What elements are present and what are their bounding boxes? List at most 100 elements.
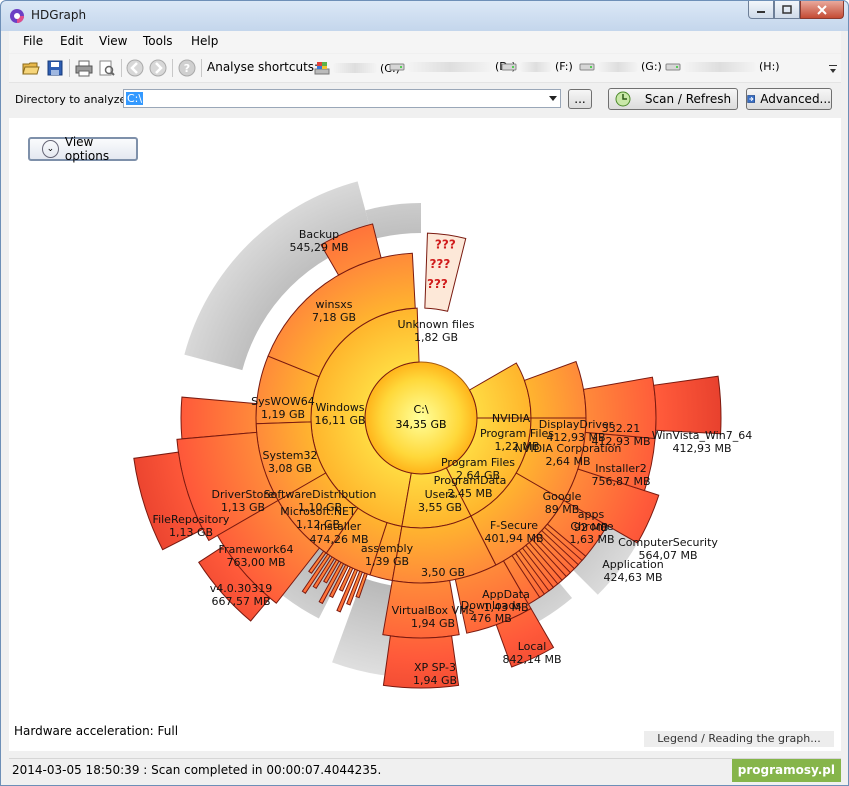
segment-label: assembly1,39 GB [361, 542, 414, 568]
menu-tools[interactable]: Tools [143, 34, 173, 48]
root-size: 34,35 GB [395, 418, 446, 431]
segment-name: Program Files [441, 456, 515, 469]
scan-clock-icon [615, 91, 631, 107]
segment-size: 412,93 MB [672, 442, 731, 455]
disk-usage-sunburst[interactable]: ????????? Backup545,29 MB winsxs7,18 GB Unk… [9, 118, 841, 718]
graph-canvas: ⌄ View options ????????? Backup 545,29 M… [9, 118, 841, 751]
maximize-icon [782, 5, 792, 14]
segment-size: 412,93 MB [591, 435, 650, 448]
segment-size: 1,13 GB [169, 526, 213, 539]
menu-help[interactable]: Help [191, 34, 218, 48]
hdgraph-logo-icon [10, 9, 24, 23]
drive-icon [501, 63, 517, 70]
root-name: C:\ [413, 403, 428, 416]
drive-icon [579, 63, 595, 70]
segment-size: 401,94 MB [484, 532, 543, 545]
segment-size: 763,00 MB [226, 556, 285, 569]
segment-name: FileRepository [153, 513, 230, 526]
segment-label: AppData1,43 MB [482, 588, 530, 614]
advanced-options-icon [747, 95, 755, 103]
hardware-acceleration-text: Hardware acceleration: Full [14, 724, 179, 738]
legend-link[interactable]: Legend / Reading the graph... [644, 731, 834, 747]
maximize-button[interactable] [774, 1, 800, 19]
segment-label: Application424,63 MB [602, 558, 663, 584]
syswow-child-segment[interactable] [180, 396, 258, 440]
segment-size: 1,19 GB [261, 408, 305, 421]
segment-label: Google89 MB [543, 490, 582, 516]
segment-label: F-Secure401,94 MB [484, 519, 543, 545]
segment-label: apps92 MB [574, 508, 609, 534]
segment-name: Windows [315, 401, 364, 414]
directory-value[interactable]: C:\ [126, 92, 144, 105]
segment-name: SoftwareDistribution [264, 488, 377, 501]
back-arrow-icon[interactable] [126, 59, 144, 77]
scan-refresh-button[interactable]: Scan / Refresh [608, 88, 738, 110]
menu-edit[interactable]: Edit [60, 34, 83, 48]
segment-label: v4.0.30319667,57 MB [210, 582, 273, 608]
dropdown-arrow-icon[interactable] [549, 96, 557, 101]
menu-view[interactable]: View [99, 34, 127, 48]
close-button[interactable] [800, 1, 844, 19]
segment-size: 1,63 MB [569, 533, 614, 546]
advanced-button[interactable]: Advanced... [746, 88, 832, 110]
directory-row: Directory to analyze : C:\ ... Scan / Re… [9, 83, 841, 117]
toolbar-overflow-icon[interactable] [829, 64, 837, 74]
segment-size: 474,26 MB [309, 533, 368, 546]
segment-name: System32 [262, 449, 317, 462]
segment-size: 92 MB [574, 521, 609, 534]
segment-name: NVIDIA [492, 412, 531, 425]
segment-label: Windows16,11 GB [314, 401, 365, 427]
drive-shortcut-h[interactable]: (H:) [665, 60, 780, 73]
unknown-marker-icon: ??? [435, 238, 456, 252]
segment-size: 89 MB [545, 503, 580, 516]
segment-size: 3,50 GB [421, 566, 465, 579]
drive-shortcut-d[interactable]: (D:) [389, 60, 516, 73]
minimize-icon [757, 10, 765, 13]
minimize-button[interactable] [748, 1, 774, 19]
segment-label: 3,50 GB [421, 566, 465, 579]
segment-name: apps [578, 508, 605, 521]
save-icon[interactable] [46, 59, 64, 77]
print-icon[interactable] [75, 59, 93, 77]
svg-text:?: ? [184, 62, 190, 75]
segment-name: Installer2 [595, 462, 646, 475]
segment-size: 1,39 GB [365, 555, 409, 568]
segment-name: 332.21 [602, 422, 641, 435]
segment-size: 7,18 GB [312, 311, 356, 324]
status-text: 2014-03-05 18:50:39 : Scan completed in … [12, 763, 382, 777]
forward-arrow-icon[interactable] [149, 59, 167, 77]
drive-letter: (F:) [555, 60, 573, 73]
drive-shortcut-g[interactable]: (G:) [579, 60, 662, 73]
nvidia-corp-segment[interactable] [523, 360, 587, 419]
drive-shortcut-f[interactable]: (F:) [501, 60, 573, 73]
watermark-logo: programosy.pl [731, 759, 841, 782]
segment-size: 2,45 MB [447, 487, 492, 500]
help-icon[interactable]: ? [178, 59, 196, 77]
segment-name: Application [602, 558, 663, 571]
segment-size: 1,94 GB [411, 617, 455, 630]
segment-size: 3,55 GB [418, 501, 462, 514]
segment-label: Installer2756,87 MB [591, 462, 650, 488]
segment-label: NVIDIA [492, 412, 531, 425]
drive-icon [389, 63, 405, 70]
segment-label: Framework64763,00 MB [219, 543, 294, 569]
segment-size: 1,82 GB [414, 331, 458, 344]
toolbar: ? Analyse shortcuts: (C:) (D:) (F:) (G:)… [9, 54, 841, 83]
segment-name: WinVista_Win7_64 [652, 429, 752, 442]
nvidia-segment[interactable] [468, 362, 532, 419]
segment-label: winsxs7,18 GB [312, 298, 356, 324]
segment-name: winsxs [316, 298, 353, 311]
drive-shortcut-c[interactable]: (C:) [314, 60, 400, 76]
browse-button[interactable]: ... [568, 89, 592, 109]
segment-size: 3,08 GB [268, 462, 312, 475]
segment-size: 667,57 MB [211, 595, 270, 608]
window-title: HDGraph [31, 8, 87, 22]
segment-size: 1,43 MB [483, 601, 528, 614]
winvista-segment[interactable] [653, 375, 722, 435]
open-folder-icon[interactable] [22, 59, 40, 77]
segment-size: 1,94 GB [413, 674, 457, 687]
segment-name: Installer [317, 520, 362, 533]
directory-combobox[interactable]: C:\ [123, 89, 561, 108]
print-preview-icon[interactable] [98, 59, 116, 77]
menu-file[interactable]: File [23, 34, 43, 48]
